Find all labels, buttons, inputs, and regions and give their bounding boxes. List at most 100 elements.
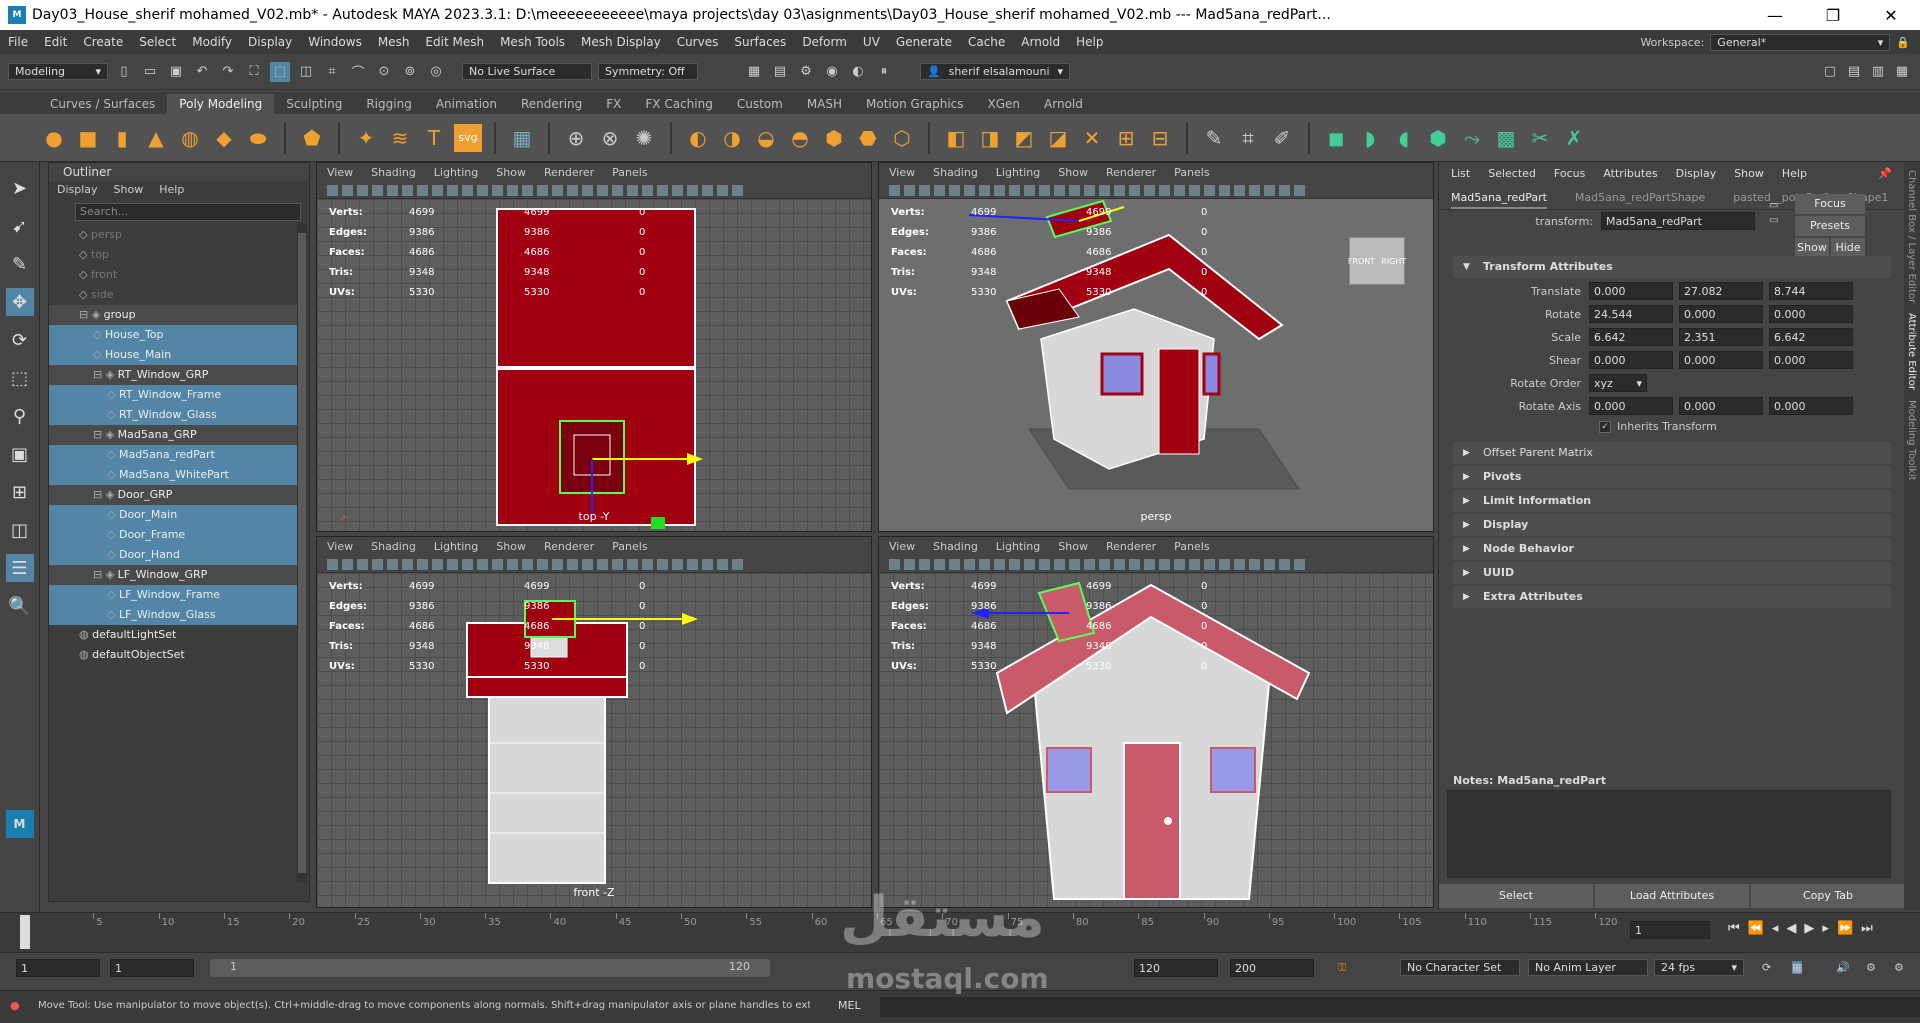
copy-tab-button[interactable]: Copy Tab — [1751, 884, 1905, 908]
live-surface-field[interactable]: No Live Surface — [462, 63, 592, 80]
target-weld-icon[interactable]: ⊞ — [1112, 124, 1140, 152]
paint-select-icon[interactable]: ✐ — [1268, 124, 1296, 152]
fps-dropdown[interactable]: 24 fps ▾ — [1654, 959, 1744, 976]
shelf-tab-motion-graphics[interactable]: Motion Graphics — [854, 94, 976, 114]
vp-menu-view[interactable]: View — [327, 537, 353, 557]
separate-icon[interactable]: ◑ — [718, 124, 746, 152]
ae-menu-list[interactable]: List — [1451, 162, 1470, 186]
ae-menu-show[interactable]: Show — [1734, 162, 1764, 186]
ae-tab-shape[interactable]: Mad5ana_redPartShape — [1575, 186, 1705, 209]
save-scene-icon[interactable]: ▣ — [166, 62, 186, 82]
outliner-row[interactable]: ◇ RT_Window_Frame — [49, 385, 297, 405]
undo-icon[interactable]: ↶ — [192, 62, 212, 82]
ae-menu-display[interactable]: Display — [1676, 162, 1717, 186]
ae-tab-transform[interactable]: Mad5ana_redPart — [1451, 186, 1547, 209]
two-view-layout-icon[interactable]: ◫ — [6, 516, 34, 544]
step-back-frame-icon[interactable]: ◂ — [1772, 921, 1779, 936]
vp-menu-view[interactable]: View — [889, 537, 915, 557]
shelf-tab-fx[interactable]: FX — [594, 94, 633, 114]
tab-modeling-toolkit[interactable]: Modeling Toolkit — [1906, 400, 1917, 481]
rotate-x-field[interactable]: 24.544 — [1589, 305, 1673, 323]
paint-select-tool-icon[interactable]: ✎ — [6, 250, 34, 278]
outliner-row[interactable]: ⊟ ◈ Door_GRP — [49, 485, 297, 505]
poly-cylinder-icon[interactable]: ▮ — [108, 124, 136, 152]
menu-cache[interactable]: Cache — [960, 35, 1013, 49]
transform-attributes-section[interactable]: ▼ Transform Attributes — [1453, 256, 1891, 278]
loop-icon[interactable]: ⟳ — [1762, 961, 1771, 974]
fill-hole-icon[interactable]: ◨ — [976, 124, 1004, 152]
center-pivot-icon[interactable]: ⊕ — [562, 124, 590, 152]
outliner-row[interactable]: ◇ Mad5ana_WhitePart — [49, 465, 297, 485]
symmetry-dropdown[interactable]: Symmetry: Off — [598, 63, 698, 80]
select-object-icon[interactable]: ⬚ — [270, 61, 290, 82]
tab-channel-box[interactable]: Channel Box / Layer Editor — [1906, 170, 1917, 303]
maximize-button[interactable]: ❐ — [1804, 6, 1862, 25]
outliner-row[interactable]: ◇ Mad5ana_redPart — [49, 445, 297, 465]
play-backward-icon[interactable]: ◀ — [1786, 921, 1796, 936]
close-button[interactable]: ✕ — [1862, 6, 1920, 25]
animation-start-field[interactable]: 1 — [16, 959, 100, 977]
combine-icon[interactable]: ◐ — [684, 124, 712, 152]
menu-select[interactable]: Select — [131, 35, 184, 49]
outliner-row[interactable]: ◇ House_Main — [49, 345, 297, 365]
step-back-key-icon[interactable]: ⏪ — [1748, 921, 1764, 936]
poly-cone-icon[interactable]: ▲ — [142, 124, 170, 152]
step-forward-key-icon[interactable]: ⏩ — [1837, 921, 1853, 936]
outliner-row[interactable]: ◍ defaultObjectSet — [49, 645, 297, 665]
snap-point-icon[interactable]: ⊙ — [374, 62, 394, 82]
step-forward-frame-icon[interactable]: ▸ — [1822, 921, 1829, 936]
open-scene-icon[interactable]: ▭ — [140, 62, 160, 82]
last-tool-icon[interactable]: ⚲ — [6, 402, 34, 430]
hide-button[interactable]: Hide — [1831, 238, 1865, 258]
vp-menu-show[interactable]: Show — [1058, 163, 1088, 183]
notes-textarea[interactable] — [1447, 790, 1891, 878]
menu-file[interactable]: File — [0, 35, 36, 49]
smooth-icon[interactable]: ◒ — [752, 124, 780, 152]
super-shape-icon[interactable]: ✦ — [352, 124, 380, 152]
vp-menu-panels[interactable]: Panels — [1174, 537, 1209, 557]
calculator-icon[interactable]: ▦ — [508, 124, 536, 152]
outliner-search-input[interactable]: Search... — [75, 203, 301, 221]
scale-z-field[interactable]: 6.642 — [1769, 328, 1853, 346]
vp-menu-shading[interactable]: Shading — [371, 537, 416, 557]
vp-menu-lighting[interactable]: Lighting — [996, 163, 1040, 183]
playback-start-field[interactable]: 1 — [110, 959, 194, 977]
planar-map-icon[interactable]: ◼ — [1322, 124, 1350, 152]
select-tool-icon[interactable]: ➤ — [6, 174, 34, 202]
minimize-button[interactable]: — — [1746, 6, 1804, 25]
poly-torus-icon[interactable]: ◍ — [176, 124, 204, 152]
redo-icon[interactable]: ↷ — [218, 62, 238, 82]
shelf-tab-xgen[interactable]: XGen — [976, 94, 1033, 114]
outliner-row[interactable]: ◇ LF_Window_Glass — [49, 605, 297, 625]
rotate-axis-y-field[interactable]: 0.000 — [1679, 397, 1763, 415]
collapse-icon[interactable]: ⊟ — [1146, 124, 1174, 152]
menu-display[interactable]: Display — [240, 35, 300, 49]
viewport-top[interactable]: View Shading Lighting Show Renderer Pane… — [316, 162, 872, 532]
outliner-row[interactable]: ◇ Door_Hand — [49, 545, 297, 565]
go-to-start-icon[interactable]: ⏮ — [1728, 921, 1740, 936]
lock-icon[interactable]: 🔒 — [1896, 36, 1910, 49]
outliner-row[interactable]: ◇ House_Top — [49, 325, 297, 345]
type-text-icon[interactable]: T — [420, 124, 448, 152]
render-settings-icon[interactable]: ⚙ — [796, 62, 816, 82]
vp-menu-panels[interactable]: Panels — [1174, 163, 1209, 183]
extra-attributes-section[interactable]: ▶ Extra Attributes — [1453, 586, 1891, 608]
shelf-tab-rigging[interactable]: Rigging — [354, 94, 423, 114]
tab-attribute-editor[interactable]: Attribute Editor — [1906, 313, 1917, 390]
append-polygon-icon[interactable]: ◩ — [1010, 124, 1038, 152]
platonic-solid-icon[interactable]: ⬟ — [298, 124, 326, 152]
select-component-icon[interactable]: ◫ — [296, 62, 316, 82]
inherits-transform-checkbox[interactable]: ✓ — [1599, 420, 1611, 433]
pivots-section[interactable]: ▶ Pivots — [1453, 466, 1891, 488]
outliner-row[interactable]: ⊟ ◈ group — [49, 305, 297, 325]
menu-set-dropdown[interactable]: Modeling ▾ — [8, 63, 108, 80]
shear-z-field[interactable]: 0.000 — [1769, 351, 1853, 369]
snap-curve-icon[interactable]: ⌒ — [348, 62, 368, 82]
extrude-icon[interactable]: ⬡ — [888, 124, 916, 152]
animation-end-field[interactable]: 200 — [1230, 959, 1314, 977]
shelf-tab-curves[interactable]: Curves / Surfaces — [38, 94, 167, 114]
move-manip-x-arrow[interactable] — [682, 613, 698, 625]
outliner-row[interactable]: ◇ side — [49, 285, 297, 305]
outliner-row[interactable]: ◇ top — [49, 245, 297, 265]
presets-button[interactable]: Presets — [1795, 216, 1865, 236]
